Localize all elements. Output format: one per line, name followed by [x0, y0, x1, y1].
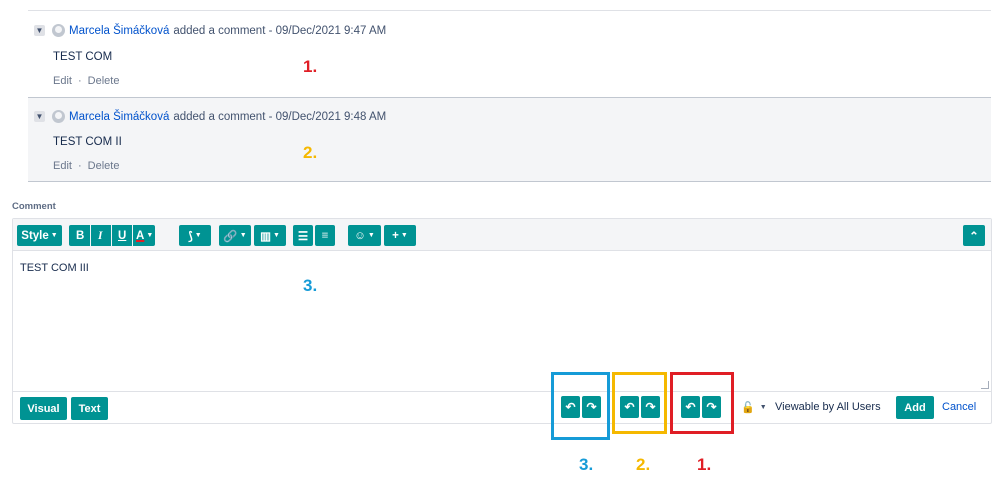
cancel-link[interactable]: Cancel	[942, 401, 976, 413]
undo-icon: ↶	[624, 400, 635, 414]
comment-item: ▼ Marcela Šimáčková added a comment - 09…	[28, 11, 991, 96]
undo-icon: ↶	[565, 400, 576, 414]
link-icon: 🔗	[223, 230, 238, 243]
bullet-list-button[interactable]: ☰	[293, 225, 313, 246]
numbered-list-icon: ≡	[321, 229, 329, 242]
chevron-down-icon: ▼	[272, 232, 280, 239]
insert-more-button[interactable]: + ▼	[384, 225, 416, 246]
redo-button[interactable]: ↷	[582, 396, 601, 418]
italic-button[interactable]: I	[98, 230, 102, 242]
comment-author-link[interactable]: Marcela Šimáčková	[69, 111, 169, 123]
edit-link[interactable]: Edit	[53, 160, 72, 172]
comment-author-link[interactable]: Marcela Šimáčková	[69, 25, 169, 37]
style-label: Style	[21, 229, 49, 242]
avatar	[52, 24, 65, 37]
undo-redo-group: ↶ ↷	[681, 396, 721, 418]
undo-button[interactable]: ↶	[561, 396, 580, 418]
collapse-toolbar-button[interactable]: ⌃	[963, 225, 985, 246]
chevron-down-icon: ▼	[759, 404, 767, 411]
text-mode-button[interactable]: Text	[71, 397, 108, 420]
chevron-down-icon: ▼	[50, 232, 58, 239]
style-dropdown-button[interactable]: Style ▼	[17, 225, 62, 246]
action-separator: ·	[77, 75, 82, 87]
annotation-number: 2.	[636, 455, 651, 474]
comment-editor: Style ▼ B I U A ▼ ⟆ ▼ 🔗 ▼ ▥ ▼ ☰ ≡ ☺ ▼ + …	[12, 218, 992, 424]
undo-button[interactable]: ↶	[681, 396, 700, 418]
visibility-dropdown[interactable]: 🔓 ▼	[741, 401, 767, 414]
annotation-number: 3.	[579, 455, 594, 474]
bullet-list-icon: ☰	[297, 230, 309, 243]
text-color-button[interactable]: A ▼	[136, 230, 153, 242]
plus-icon: +	[392, 229, 399, 242]
comment-meta: added a comment - 09/Dec/2021 9:47 AM	[173, 24, 387, 37]
comment-actions: Edit · Delete	[53, 160, 119, 172]
comment-header: ▼ Marcela Šimáčková added a comment - 09…	[34, 110, 386, 123]
comment-header: ▼ Marcela Šimáčková added a comment - 09…	[34, 24, 386, 37]
underline-button[interactable]: U	[118, 230, 126, 242]
annotation-number: 2.	[303, 143, 318, 162]
redo-button[interactable]: ↷	[702, 396, 721, 418]
action-separator: ·	[77, 160, 82, 172]
visibility-label: Viewable by All Users	[775, 401, 881, 413]
resize-handle-icon[interactable]	[981, 381, 989, 389]
unlock-icon: 🔓	[741, 402, 755, 414]
numbered-list-button[interactable]: ≡	[315, 225, 335, 246]
avatar	[52, 110, 65, 123]
visual-mode-button[interactable]: Visual	[20, 397, 67, 420]
comment-field-label: Comment	[12, 201, 56, 212]
collapse-toolbar-icon: ⌃	[969, 230, 979, 243]
collapse-toggle-icon[interactable]: ▼	[34, 25, 45, 36]
annotation-number: 1.	[303, 57, 318, 76]
comment-actions: Edit · Delete	[53, 75, 119, 87]
format-more-button[interactable]: ⟆ ▼	[179, 225, 211, 246]
format-icon: ⟆	[188, 230, 193, 243]
comment-body: TEST COM II	[53, 136, 122, 148]
edit-link[interactable]: Edit	[53, 75, 72, 87]
emoji-button[interactable]: ☺ ▼	[348, 225, 381, 246]
redo-icon: ↷	[706, 400, 717, 414]
undo-icon: ↶	[685, 400, 696, 414]
link-button[interactable]: 🔗 ▼	[219, 225, 251, 246]
add-button[interactable]: Add	[896, 396, 934, 419]
comment-meta: added a comment - 09/Dec/2021 9:48 AM	[173, 110, 387, 123]
redo-icon: ↷	[586, 400, 597, 414]
undo-button[interactable]: ↶	[620, 396, 639, 418]
collapse-toggle-icon[interactable]: ▼	[34, 111, 45, 122]
delete-link[interactable]: Delete	[88, 160, 120, 172]
comment-body: TEST COM	[53, 51, 113, 63]
chevron-down-icon: ▼	[146, 232, 154, 239]
chevron-down-icon: ▼	[239, 232, 247, 239]
emoji-icon: ☺	[354, 229, 366, 242]
attachment-button[interactable]: ▥ ▼	[254, 225, 286, 246]
annotation-number: 3.	[303, 276, 318, 295]
redo-button[interactable]: ↷	[641, 396, 660, 418]
text-format-group: B I U A ▼	[69, 225, 155, 246]
chevron-down-icon: ▼	[194, 232, 202, 239]
chevron-down-icon: ▼	[400, 232, 408, 239]
delete-link[interactable]: Delete	[88, 75, 120, 87]
bold-button[interactable]: B	[76, 230, 84, 242]
undo-redo-group: ↶ ↷	[620, 396, 660, 418]
editor-toolbar: Style ▼ B I U A ▼ ⟆ ▼ 🔗 ▼ ▥ ▼ ☰ ≡ ☺ ▼ + …	[13, 219, 991, 251]
attachment-icon: ▥	[260, 230, 271, 243]
comment-item: ▼ Marcela Šimáčková added a comment - 09…	[28, 97, 991, 182]
editor-content-area[interactable]: TEST COM III	[20, 262, 89, 274]
redo-icon: ↷	[645, 400, 656, 414]
chevron-down-icon: ▼	[367, 232, 375, 239]
undo-redo-group: ↶ ↷	[561, 396, 601, 418]
annotation-number: 1.	[697, 455, 712, 474]
text-color-icon: A	[136, 229, 145, 242]
